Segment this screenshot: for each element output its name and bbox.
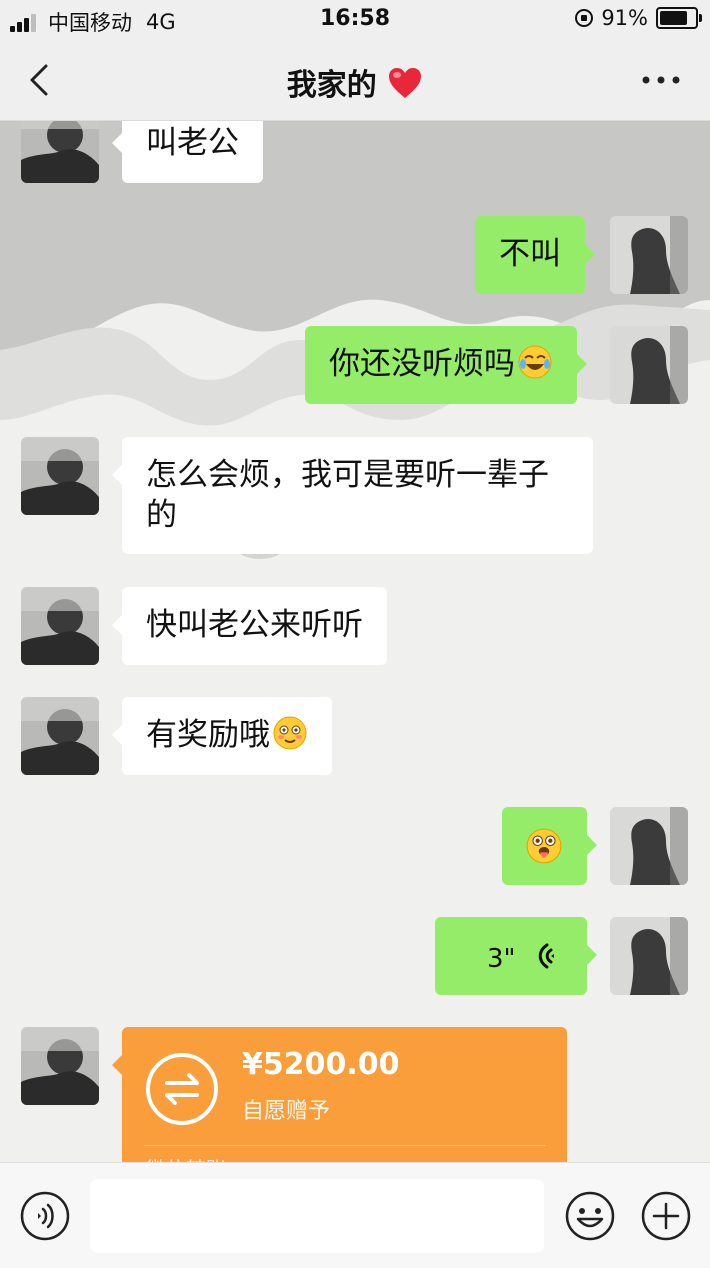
contact-avatar[interactable] — [21, 1027, 99, 1105]
message-text: 有奖励哦 — [146, 717, 270, 753]
message-text: 怎么会烦，我可是要听一辈子的 — [146, 457, 549, 533]
tongue-out-emoji — [526, 828, 562, 864]
flushed-smile-emoji — [273, 716, 307, 750]
contact-avatar[interactable] — [21, 587, 99, 665]
transfer-note: 自愿赠予 — [242, 1099, 331, 1124]
message-bubble-incoming[interactable]: 有奖励哦 — [112, 697, 332, 775]
more-options-icon[interactable] — [636, 62, 686, 98]
status-bar: 中国移动 4G 16:58 91% — [0, 0, 710, 40]
emoji-icon[interactable] — [565, 1191, 615, 1241]
voice-mode-icon[interactable] — [20, 1191, 70, 1241]
my-avatar[interactable] — [610, 917, 688, 995]
my-avatar[interactable] — [610, 326, 688, 404]
message-list[interactable]: 叫老公 不叫 你还没听烦吗 怎么会烦，我可是要听一辈子的 快叫老公来听听 有奖励… — [0, 121, 710, 1162]
voice-message-bubble[interactable]: 3" — [435, 917, 597, 995]
transfer-arrows-icon — [146, 1053, 218, 1125]
my-avatar[interactable] — [610, 216, 688, 294]
contact-avatar[interactable] — [21, 697, 99, 775]
message-bubble-outgoing[interactable]: 不叫 — [475, 216, 595, 294]
wechat-transfer-card[interactable]: ¥5200.00 自愿赠予 微信转账 — [112, 1027, 567, 1162]
contact-avatar[interactable] — [21, 437, 99, 515]
battery-percent: 91% — [601, 6, 648, 30]
rofl-emoji — [518, 345, 552, 379]
message-bubble-outgoing[interactable] — [502, 807, 597, 885]
chat-title-text: 我家的 — [286, 68, 377, 103]
message-text: 叫老公 — [146, 125, 239, 161]
message-text: 你还没听烦吗 — [329, 346, 515, 382]
chat-title: 我家的 — [0, 60, 710, 104]
chat-header: 我家的 — [0, 40, 710, 121]
message-text: 不叫 — [499, 236, 561, 272]
plus-icon[interactable] — [641, 1191, 691, 1241]
red-heart-icon — [389, 68, 422, 98]
transfer-divider — [144, 1145, 545, 1146]
voice-duration: 3" — [487, 944, 516, 974]
message-input[interactable] — [90, 1179, 544, 1253]
status-right: 91% — [575, 6, 702, 30]
transfer-footer: 微信转账 — [146, 1153, 226, 1162]
chat-screen: 中国移动 4G 16:58 91% 我家的 叫老公 不叫 你还没听烦吗 怎么会烦… — [0, 0, 710, 1268]
transfer-amount: ¥5200.00 — [242, 1047, 400, 1082]
message-bubble-outgoing[interactable]: 你还没听烦吗 — [305, 326, 587, 404]
rotation-lock-icon — [575, 9, 594, 27]
input-bar — [0, 1162, 710, 1268]
message-text: 快叫老公来听听 — [146, 607, 363, 643]
voice-wave-icon — [538, 943, 554, 969]
message-bubble-incoming[interactable]: 叫老公 — [112, 121, 263, 183]
my-avatar[interactable] — [610, 807, 688, 885]
battery-icon — [656, 7, 702, 29]
message-bubble-incoming[interactable]: 怎么会烦，我可是要听一辈子的 — [112, 437, 593, 554]
message-bubble-incoming[interactable]: 快叫老公来听听 — [112, 587, 387, 665]
contact-avatar[interactable] — [21, 121, 99, 183]
